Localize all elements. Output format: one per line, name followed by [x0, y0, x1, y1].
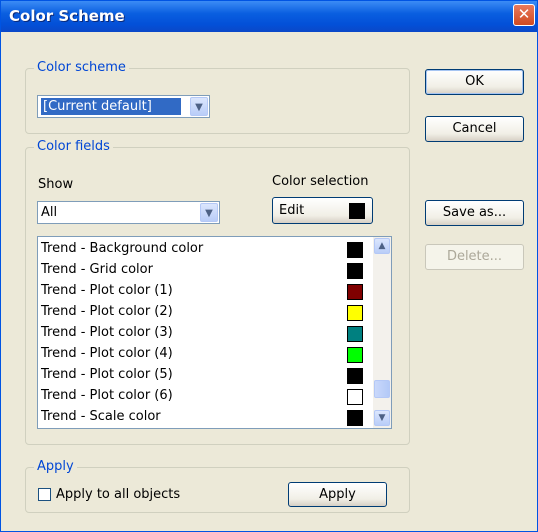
list-item[interactable]: Trend - Plot color (3): [38, 323, 371, 342]
chevron-down-icon[interactable]: ▼: [190, 97, 208, 116]
ok-button-label: OK: [465, 74, 484, 89]
list-item[interactable]: Trend - Background color: [38, 239, 371, 258]
edit-color-button[interactable]: Edit: [272, 197, 373, 224]
color-swatch: [347, 263, 363, 279]
close-icon[interactable]: ✕: [513, 4, 535, 26]
color-fields-legend: Color fields: [34, 139, 113, 154]
list-item-label: Trend - Plot color (2): [41, 304, 173, 319]
apply-button[interactable]: Apply: [288, 482, 387, 507]
cancel-button-label: Cancel: [452, 121, 497, 136]
save-as-button[interactable]: Save as...: [425, 200, 524, 226]
apply-to-all-label[interactable]: Apply to all objects: [56, 487, 180, 502]
color-scheme-selected: [Current default]: [41, 98, 181, 115]
list-item-label: Trend - Grid color: [41, 262, 153, 277]
apply-legend: Apply: [34, 459, 77, 474]
list-item-label: Trend - Scale color: [41, 409, 161, 424]
color-scheme-select[interactable]: [Current default] ▼: [37, 95, 210, 118]
list-item[interactable]: Trend - Plot color (1): [38, 281, 371, 300]
show-label: Show: [38, 177, 74, 192]
scrollbar-thumb[interactable]: [374, 380, 390, 398]
color-swatch: [347, 284, 363, 300]
list-item-label: Trend - Plot color (6): [41, 388, 173, 403]
list-item-label: Trend - Plot color (5): [41, 367, 173, 382]
apply-to-all-checkbox[interactable]: [38, 488, 51, 501]
list-scrollbar[interactable]: ▲ ▼: [373, 237, 391, 428]
edit-label: Edit: [279, 203, 305, 218]
list-item[interactable]: Trend - Scale color: [38, 407, 371, 426]
color-scheme-legend: Color scheme: [34, 60, 129, 75]
color-swatch: [347, 326, 363, 342]
color-scheme-dialog: Color Scheme ✕ Color scheme [Current def…: [0, 0, 538, 532]
cancel-button[interactable]: Cancel: [425, 116, 524, 142]
color-swatch: [347, 305, 363, 321]
color-field-list[interactable]: Trend - Background color Trend - Grid col…: [37, 236, 392, 429]
edit-color-swatch: [349, 203, 365, 219]
save-as-button-label: Save as...: [442, 205, 507, 220]
delete-button[interactable]: Delete...: [425, 244, 524, 270]
list-item[interactable]: Trend - Plot color (6): [38, 386, 371, 405]
list-item[interactable]: Trend - Plot color (2): [38, 302, 371, 321]
color-swatch: [347, 410, 363, 426]
list-item[interactable]: Trend - Grid color: [38, 260, 371, 279]
chevron-up-icon[interactable]: ▲: [374, 238, 390, 254]
color-swatch: [347, 389, 363, 405]
window-title: Color Scheme: [9, 7, 125, 25]
chevron-down-icon[interactable]: ▼: [200, 203, 218, 222]
delete-button-label: Delete...: [446, 249, 503, 264]
color-selection-label: Color selection: [272, 174, 369, 189]
chevron-down-icon[interactable]: ▼: [374, 410, 390, 426]
list-item-label: Trend - Plot color (4): [41, 346, 173, 361]
ok-button[interactable]: OK: [425, 69, 524, 95]
list-item[interactable]: Trend - Plot color (4): [38, 344, 371, 363]
color-swatch: [347, 368, 363, 384]
list-item-label: Trend - Plot color (1): [41, 283, 173, 298]
color-swatch: [347, 347, 363, 363]
color-swatch: [347, 242, 363, 258]
show-select[interactable]: All ▼: [37, 201, 220, 224]
list-item-label: Trend - Background color: [41, 241, 204, 256]
show-selected: All: [41, 205, 58, 220]
list-item[interactable]: Trend - Plot color (5): [38, 365, 371, 384]
title-bar[interactable]: Color Scheme ✕: [1, 1, 537, 32]
list-item-label: Trend - Plot color (3): [41, 325, 173, 340]
apply-button-label: Apply: [319, 487, 356, 502]
